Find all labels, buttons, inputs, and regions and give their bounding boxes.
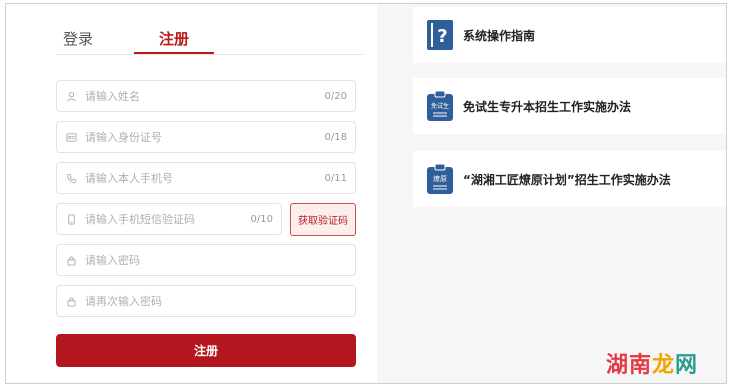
phone-counter: 0/11 — [324, 172, 347, 184]
register-submit-button[interactable]: 注册 — [56, 334, 356, 367]
guide-card-craftsman[interactable]: 燎原 “湖湘工匠燎原计划”招生工作实施办法 — [413, 151, 726, 207]
confirm-password-placeholder: 请再次输入密码 — [85, 295, 162, 308]
site-watermark: 湖南龙网 — [606, 347, 698, 379]
guide-card-operation[interactable]: ? 系统操作指南 — [413, 7, 726, 63]
watermark-part: 湖南 — [605, 353, 652, 378]
guides-panel: ? 系统操作指南 免试生 免试生专升本招生工作实施办法 燎原 “湖湘工匠燎原计划… — [378, 4, 726, 383]
id-card-icon — [57, 132, 85, 143]
phone-icon — [57, 173, 85, 184]
lock-icon — [57, 296, 85, 307]
phone-placeholder: 请输入本人手机号 — [85, 172, 173, 185]
get-code-button[interactable]: 获取验证码 — [290, 203, 356, 236]
guide-title: 系统操作指南 — [463, 28, 536, 43]
sms-code-counter: 0/10 — [250, 213, 273, 225]
active-tab-indicator — [134, 52, 214, 54]
mobile-icon — [57, 213, 85, 225]
app-frame: 登录 注册 请输入姓名 0/20 请输入身份证号 0/18 请输入本人手机号 0… — [5, 3, 727, 384]
password-field[interactable]: 请输入密码 — [56, 244, 356, 276]
sms-code-placeholder: 请输入手机短信验证码 — [85, 213, 195, 226]
password-placeholder: 请输入密码 — [85, 254, 140, 267]
name-placeholder: 请输入姓名 — [85, 90, 140, 103]
confirm-password-field[interactable]: 请再次输入密码 — [56, 285, 356, 317]
phone-field[interactable]: 请输入本人手机号 0/11 — [56, 162, 356, 194]
clipboard-icon: 燎原 — [427, 163, 453, 194]
question-icon: ? — [427, 20, 453, 50]
lock-icon — [57, 255, 85, 266]
guide-title: 免试生专升本招生工作实施办法 — [463, 99, 632, 114]
tabs-divider — [56, 54, 365, 55]
name-counter: 0/20 — [324, 90, 347, 102]
sms-code-field[interactable]: 请输入手机短信验证码 0/10 — [56, 203, 282, 235]
svg-text:?: ? — [437, 26, 447, 47]
clipboard-label: 免试生 — [431, 102, 449, 110]
tab-register[interactable]: 注册 — [159, 28, 189, 54]
clipboard-icon: 免试生 — [427, 90, 453, 121]
tab-login[interactable]: 登录 — [63, 28, 93, 54]
watermark-part: 网 — [674, 353, 698, 378]
auth-tabs: 登录 注册 — [6, 4, 377, 58]
guide-card-exempt[interactable]: 免试生 免试生专升本招生工作实施办法 — [413, 78, 726, 134]
id-number-counter: 0/18 — [324, 131, 347, 143]
user-icon — [57, 91, 85, 102]
register-panel: 登录 注册 请输入姓名 0/20 请输入身份证号 0/18 请输入本人手机号 0… — [6, 4, 377, 383]
guide-title: “湖湘工匠燎原计划”招生工作实施办法 — [463, 172, 671, 187]
watermark-part: 龙 — [651, 353, 675, 378]
clipboard-label: 燎原 — [433, 174, 447, 183]
id-number-field[interactable]: 请输入身份证号 0/18 — [56, 121, 356, 153]
id-number-placeholder: 请输入身份证号 — [85, 131, 162, 144]
name-field[interactable]: 请输入姓名 0/20 — [56, 80, 356, 112]
